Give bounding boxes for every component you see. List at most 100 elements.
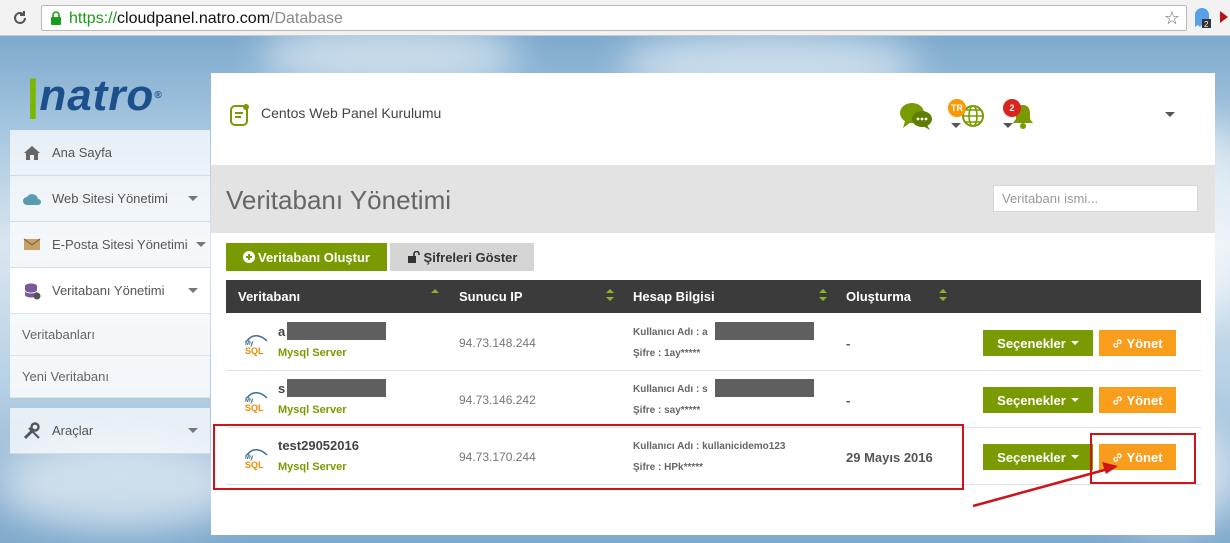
column-header-account-info[interactable]: Hesap Bilgisi: [633, 289, 715, 304]
chevron-down-icon: [1003, 123, 1013, 128]
sidebar-item-label: Araçlar: [52, 423, 94, 438]
sidebar-item-label: Veritabanı Yönetimi: [52, 283, 165, 298]
chat-icon[interactable]: [899, 101, 933, 134]
sidebar-item-database[interactable]: Veritabanı Yönetimi: [10, 268, 210, 314]
user-menu-caret-icon[interactable]: [1165, 112, 1175, 117]
sidebar-item-home[interactable]: Ana Sayfa: [10, 130, 210, 176]
sidebar: Ana Sayfa Web Sitesi Yönetimi E-Posta Si…: [10, 130, 210, 454]
column-header-server-ip[interactable]: Sunucu IP: [459, 289, 523, 304]
sort-icon[interactable]: [819, 289, 827, 303]
sidebar-subitem-new-database[interactable]: Yeni Veritabanı: [10, 356, 210, 398]
bookmark-star-icon[interactable]: ☆: [1164, 8, 1180, 29]
chevron-down-icon: [196, 242, 206, 247]
svg-text:SQL: SQL: [245, 346, 264, 356]
extension-icon[interactable]: [1218, 9, 1230, 28]
caret-down-icon: [1070, 398, 1079, 402]
notification-count-badge: 2: [1003, 99, 1021, 117]
sidebar-item-label: E-Posta Sitesi Yönetimi: [52, 237, 188, 252]
database-name: a: [278, 324, 286, 339]
sidebar-subitem-label: Veritabanları: [22, 327, 95, 342]
sort-icon[interactable]: [431, 289, 439, 303]
url-host: cloudpanel.natro.com: [117, 10, 271, 27]
browser-toolbar: https://cloudpanel.natro.com/Database ☆ …: [0, 0, 1230, 36]
column-header-database[interactable]: Veritabanı: [238, 289, 300, 304]
mysql-icon: MySQL: [245, 392, 268, 413]
envelope-icon: [22, 235, 42, 255]
account-password: Şifre : 1ay*****: [633, 348, 701, 359]
svg-text:2: 2: [1204, 20, 1209, 29]
account-username: Kullanıcı Adı : s: [633, 384, 708, 395]
sort-icon[interactable]: [939, 289, 947, 303]
redaction-box: [715, 379, 814, 397]
page-title: Veritabanı Yönetimi: [226, 185, 451, 215]
language-selector[interactable]: TR: [947, 99, 987, 134]
sidebar-item-tools[interactable]: Araçlar: [10, 408, 210, 454]
redaction-box: [287, 322, 386, 340]
column-header-created[interactable]: Oluşturma: [846, 289, 911, 304]
options-button[interactable]: Seçenekler: [983, 330, 1093, 356]
table-row: My SQL s Mysql Server 94.73.146.242 Kulla…: [226, 371, 1201, 428]
url-text: https://cloudpanel.natro.com/Database: [69, 10, 343, 28]
chevron-down-icon: [188, 428, 198, 433]
plus-circle-icon: [243, 251, 255, 263]
logo-text: natro: [39, 71, 155, 120]
link-icon: [1113, 338, 1123, 348]
cloud-icon: [22, 189, 42, 209]
language-badge: TR: [948, 99, 966, 117]
create-database-label: Veritabanı Oluştur: [258, 249, 370, 265]
database-type: Mysql Server: [278, 347, 347, 359]
sidebar-item-label: Ana Sayfa: [52, 145, 112, 160]
sidebar-subitem-databases[interactable]: Veritabanları: [10, 314, 210, 356]
page-header: Veritabanı Yönetimi: [211, 165, 1215, 233]
database-icon: [22, 281, 42, 301]
server-ip: 94.73.148.244: [459, 336, 536, 350]
server-ip: 94.73.146.242: [459, 393, 536, 407]
account-username: Kullanıcı Adı : a: [633, 327, 708, 338]
home-icon: [22, 143, 42, 163]
redaction-box: [287, 379, 386, 397]
sidebar-item-label: Web Sitesi Yönetimi: [52, 191, 168, 206]
notifications-button[interactable]: 2: [1001, 99, 1037, 134]
extension-ghost-icon[interactable]: 2: [1192, 7, 1212, 32]
url-scheme: https://: [69, 10, 118, 27]
top-bar: Centos Web Panel Kurulumu TR 2: [211, 73, 1215, 165]
sidebar-subitem-label: Yeni Veritabanı: [22, 369, 109, 384]
manage-button[interactable]: Yönet: [1099, 330, 1176, 356]
tools-icon: [22, 421, 42, 441]
created-date: -: [846, 336, 851, 351]
options-button[interactable]: Seçenekler: [983, 444, 1093, 470]
account-password: Şifre : say*****: [633, 405, 701, 416]
manage-label: Yönet: [1126, 335, 1163, 351]
caret-down-icon: [1070, 341, 1079, 345]
annotation-highlight-manage: [1090, 433, 1196, 484]
created-date: -: [846, 393, 851, 408]
show-passwords-button[interactable]: Şifreleri Göster: [390, 243, 534, 271]
notepad-icon: [230, 104, 249, 126]
reload-icon[interactable]: [8, 6, 32, 30]
sidebar-item-web-sites[interactable]: Web Sitesi Yönetimi: [10, 176, 210, 222]
options-label: Seçenekler: [997, 449, 1066, 465]
options-label: Seçenekler: [997, 392, 1066, 408]
sidebar-item-email[interactable]: E-Posta Sitesi Yönetimi: [10, 222, 210, 268]
options-label: Seçenekler: [997, 335, 1066, 351]
create-database-button[interactable]: Veritabanı Oluştur: [226, 243, 387, 271]
chevron-down-icon: [188, 288, 198, 293]
database-type: Mysql Server: [278, 404, 347, 416]
unlock-icon: [407, 251, 420, 263]
natro-logo[interactable]: |natro®: [26, 74, 163, 118]
lock-icon: [51, 11, 61, 25]
chevron-down-icon: [951, 123, 961, 128]
address-bar[interactable]: https://cloudpanel.natro.com/Database ☆: [41, 5, 1187, 31]
database-search-input[interactable]: [993, 185, 1198, 212]
chevron-down-icon: [188, 196, 198, 201]
manage-label: Yönet: [1126, 392, 1163, 408]
url-path: /Database: [270, 10, 343, 27]
table-header: Veritabanı Sunucu IP Hesap Bilgisi Oluşt…: [226, 280, 1201, 313]
caret-down-icon: [1070, 455, 1079, 459]
redaction-box: [715, 322, 814, 340]
manage-button[interactable]: Yönet: [1099, 387, 1176, 413]
logo-registered: ®: [154, 90, 163, 101]
topbar-title[interactable]: Centos Web Panel Kurulumu: [261, 105, 441, 121]
options-button[interactable]: Seçenekler: [983, 387, 1093, 413]
sort-icon[interactable]: [606, 289, 614, 303]
